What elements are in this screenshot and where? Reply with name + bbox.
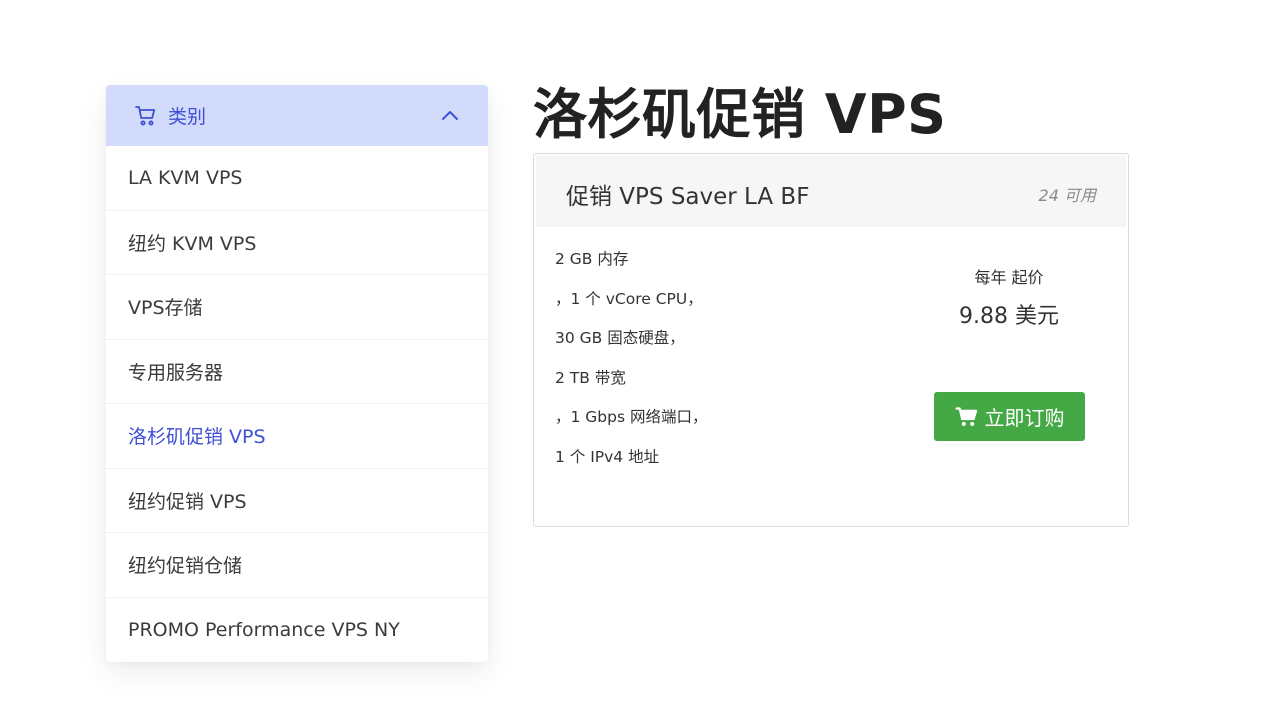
feature-ram: 2 GB 内存: [555, 250, 629, 268]
feature-disk: 30 GB 固态硬盘，: [555, 329, 685, 348]
feature-list: 2 GB 内存 ，1 个 vCore CPU， 30 GB 固态硬盘， 2 TB…: [555, 247, 707, 485]
sidebar-item-la-kvm-vps[interactable]: LA KVM VPS: [106, 146, 488, 211]
order-now-button[interactable]: 立即订购: [934, 392, 1085, 441]
feature-bandwidth: 2 TB 带宽: [555, 368, 626, 387]
price-label: 每年 起价: [974, 268, 1044, 287]
sidebar-item-ny-kvm-vps[interactable]: 纽约 KVM VPS: [106, 211, 488, 275]
feature-port: ，1 Gbps 网络端口，: [555, 408, 708, 427]
sidebar-item-la-promo-vps[interactable]: 洛杉矶促销 VPS: [106, 404, 488, 469]
sidebar-item-ny-promo-vps[interactable]: 纽约促销 VPS: [106, 469, 488, 533]
order-now-label: 立即订购: [984, 406, 1065, 430]
sidebar-item-promo-performance-vps-ny[interactable]: PROMO Performance VPS NY: [106, 598, 488, 663]
feature-ipv4: 1 个 IPv4 地址: [555, 447, 660, 466]
category-header[interactable]: 类别: [106, 85, 488, 146]
cart-icon: [134, 104, 158, 128]
chevron-up-icon[interactable]: [440, 106, 460, 126]
category-sidebar: 类别 LA KVM VPS 纽约 KVM VPS VPS存储 专用服务器 洛杉矶…: [106, 85, 488, 662]
sidebar-item-ny-promo-storage[interactable]: 纽约促销仓储: [106, 533, 488, 598]
cart-icon: [954, 405, 979, 429]
product-card-header: 促销 VPS Saver LA BF 24 可用: [536, 155, 1126, 227]
product-card: 促销 VPS Saver LA BF 24 可用 2 GB 内存 ，1 个 vC…: [533, 153, 1129, 527]
page-title: 洛杉矶促销 VPS: [533, 83, 947, 146]
availability-count: 24 可用: [1038, 186, 1096, 205]
sidebar-item-vps-storage[interactable]: VPS存储: [106, 275, 488, 340]
price-value: 9.88 美元: [959, 304, 1059, 329]
category-header-title: 类别: [168, 106, 207, 128]
feature-cpu: ，1 个 vCore CPU，: [555, 289, 703, 308]
price-block: 每年 起价 9.88 美元: [934, 264, 1084, 330]
sidebar-item-dedicated-server[interactable]: 专用服务器: [106, 340, 488, 404]
product-name: 促销 VPS Saver LA BF: [566, 184, 810, 210]
